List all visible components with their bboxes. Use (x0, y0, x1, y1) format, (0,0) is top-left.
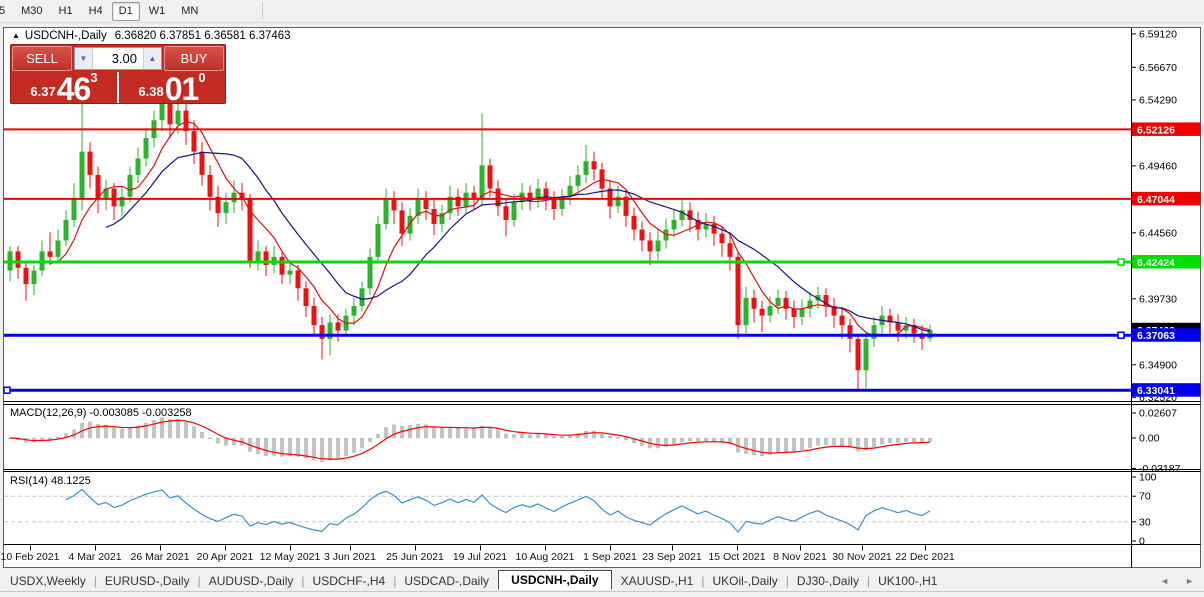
date-tick-label: 23 Sep 2021 (642, 551, 702, 563)
svg-text:6.37063: 6.37063 (1137, 330, 1175, 342)
volume-increase-icon[interactable]: ▲ (143, 48, 161, 69)
price-tick-label: 6.49460 (1139, 160, 1177, 172)
date-tick-label: 19 Jul 2021 (453, 551, 507, 563)
volume-decrease-icon[interactable]: ▼ (75, 48, 93, 69)
date-tick-label: 10 Feb 2021 (1, 551, 60, 563)
date-tick-label: 26 Mar 2021 (131, 551, 190, 563)
date-tick-label: 30 Nov 2021 (832, 551, 892, 563)
buy-price-small: 6.38 (138, 84, 164, 99)
svg-text:6.33041: 6.33041 (1137, 385, 1175, 397)
date-tick-label: 10 Aug 2021 (516, 551, 575, 563)
sell-price-sup: 3 (90, 70, 98, 85)
date-tick-label: 20 Apr 2021 (197, 551, 254, 563)
sell-price-big: 46 (56, 71, 92, 107)
price-tick-label: 6.56670 (1139, 62, 1177, 74)
date-tick-label: 15 Oct 2021 (708, 551, 765, 563)
line-handle[interactable] (1117, 258, 1125, 266)
svg-text:6.52126: 6.52126 (1137, 124, 1175, 136)
price-tick-label: 6.44560 (1139, 227, 1177, 239)
line-handle[interactable] (1117, 331, 1125, 339)
date-tick-label: 4 Mar 2021 (68, 551, 121, 563)
chart-ohlc-values: 6.36820 6.37851 6.36581 6.37463 (114, 30, 291, 42)
price-tick-label: 6.54290 (1139, 94, 1177, 106)
price-tick-label: 6.39730 (1139, 293, 1177, 305)
buy-button[interactable]: BUY (164, 46, 224, 71)
date-tick-label: 8 Nov 2021 (773, 551, 827, 563)
rsi-indicator-label: RSI(14) 48.1225 (10, 475, 91, 487)
price-tick-label: 6.59120 (1139, 28, 1177, 40)
sell-price-small: 6.37 (30, 84, 56, 99)
rsi-tick-label: 70 (1139, 491, 1151, 503)
svg-text:6.42424: 6.42424 (1137, 257, 1175, 269)
date-tick-label: 3 Jun 2021 (324, 551, 376, 563)
chart-symbol-label: USDCNH-,Daily (24, 30, 107, 42)
collapse-arrow-icon[interactable]: ▲ (12, 31, 20, 40)
buy-price-sup: 0 (198, 70, 206, 85)
buy-price-big: 01 (164, 71, 200, 107)
line-handle[interactable] (3, 386, 11, 394)
date-tick-label: 12 May 2021 (260, 551, 321, 563)
date-tick-label: 1 Sep 2021 (583, 551, 637, 563)
svg-text:6.47044: 6.47044 (1137, 194, 1175, 206)
price-tick-label: 6.34900 (1139, 359, 1177, 371)
volume-spinner[interactable]: ▼ 3.00 ▲ (74, 47, 162, 70)
rsi-tick-label: 100 (1139, 472, 1157, 484)
macd-tick-label: 0.02607 (1139, 407, 1177, 419)
buy-price[interactable]: 6.38 01 0 (119, 70, 225, 107)
sell-price[interactable]: 6.37 46 3 (11, 70, 117, 107)
trading-terminal: 5 M30 H1 H4 D1 W1 MN 6.59120 6.56670 6.54290 6.49… (0, 0, 1204, 597)
macd-indicator-label: MACD(12,26,9) -0.003085 -0.003258 (10, 407, 192, 419)
volume-value[interactable]: 3.00 (93, 48, 143, 69)
one-click-trading-panel: SELL ▼ 3.00 ▲ BUY 6.37 46 3 6.38 01 0 (10, 44, 226, 107)
macd-tick-label: 0.00 (1139, 433, 1160, 445)
chart-window (3, 27, 1201, 568)
date-tick-label: 25 Jun 2021 (386, 551, 444, 563)
rsi-tick-label: 30 (1139, 516, 1151, 528)
rsi-tick-label: 0 (1139, 536, 1145, 548)
date-tick-label: 22 Dec 2021 (895, 551, 955, 563)
sell-button[interactable]: SELL (12, 46, 72, 71)
chart-title: ▲ USDCNH-,Daily 6.36820 6.37851 6.36581 6.… (12, 30, 291, 42)
